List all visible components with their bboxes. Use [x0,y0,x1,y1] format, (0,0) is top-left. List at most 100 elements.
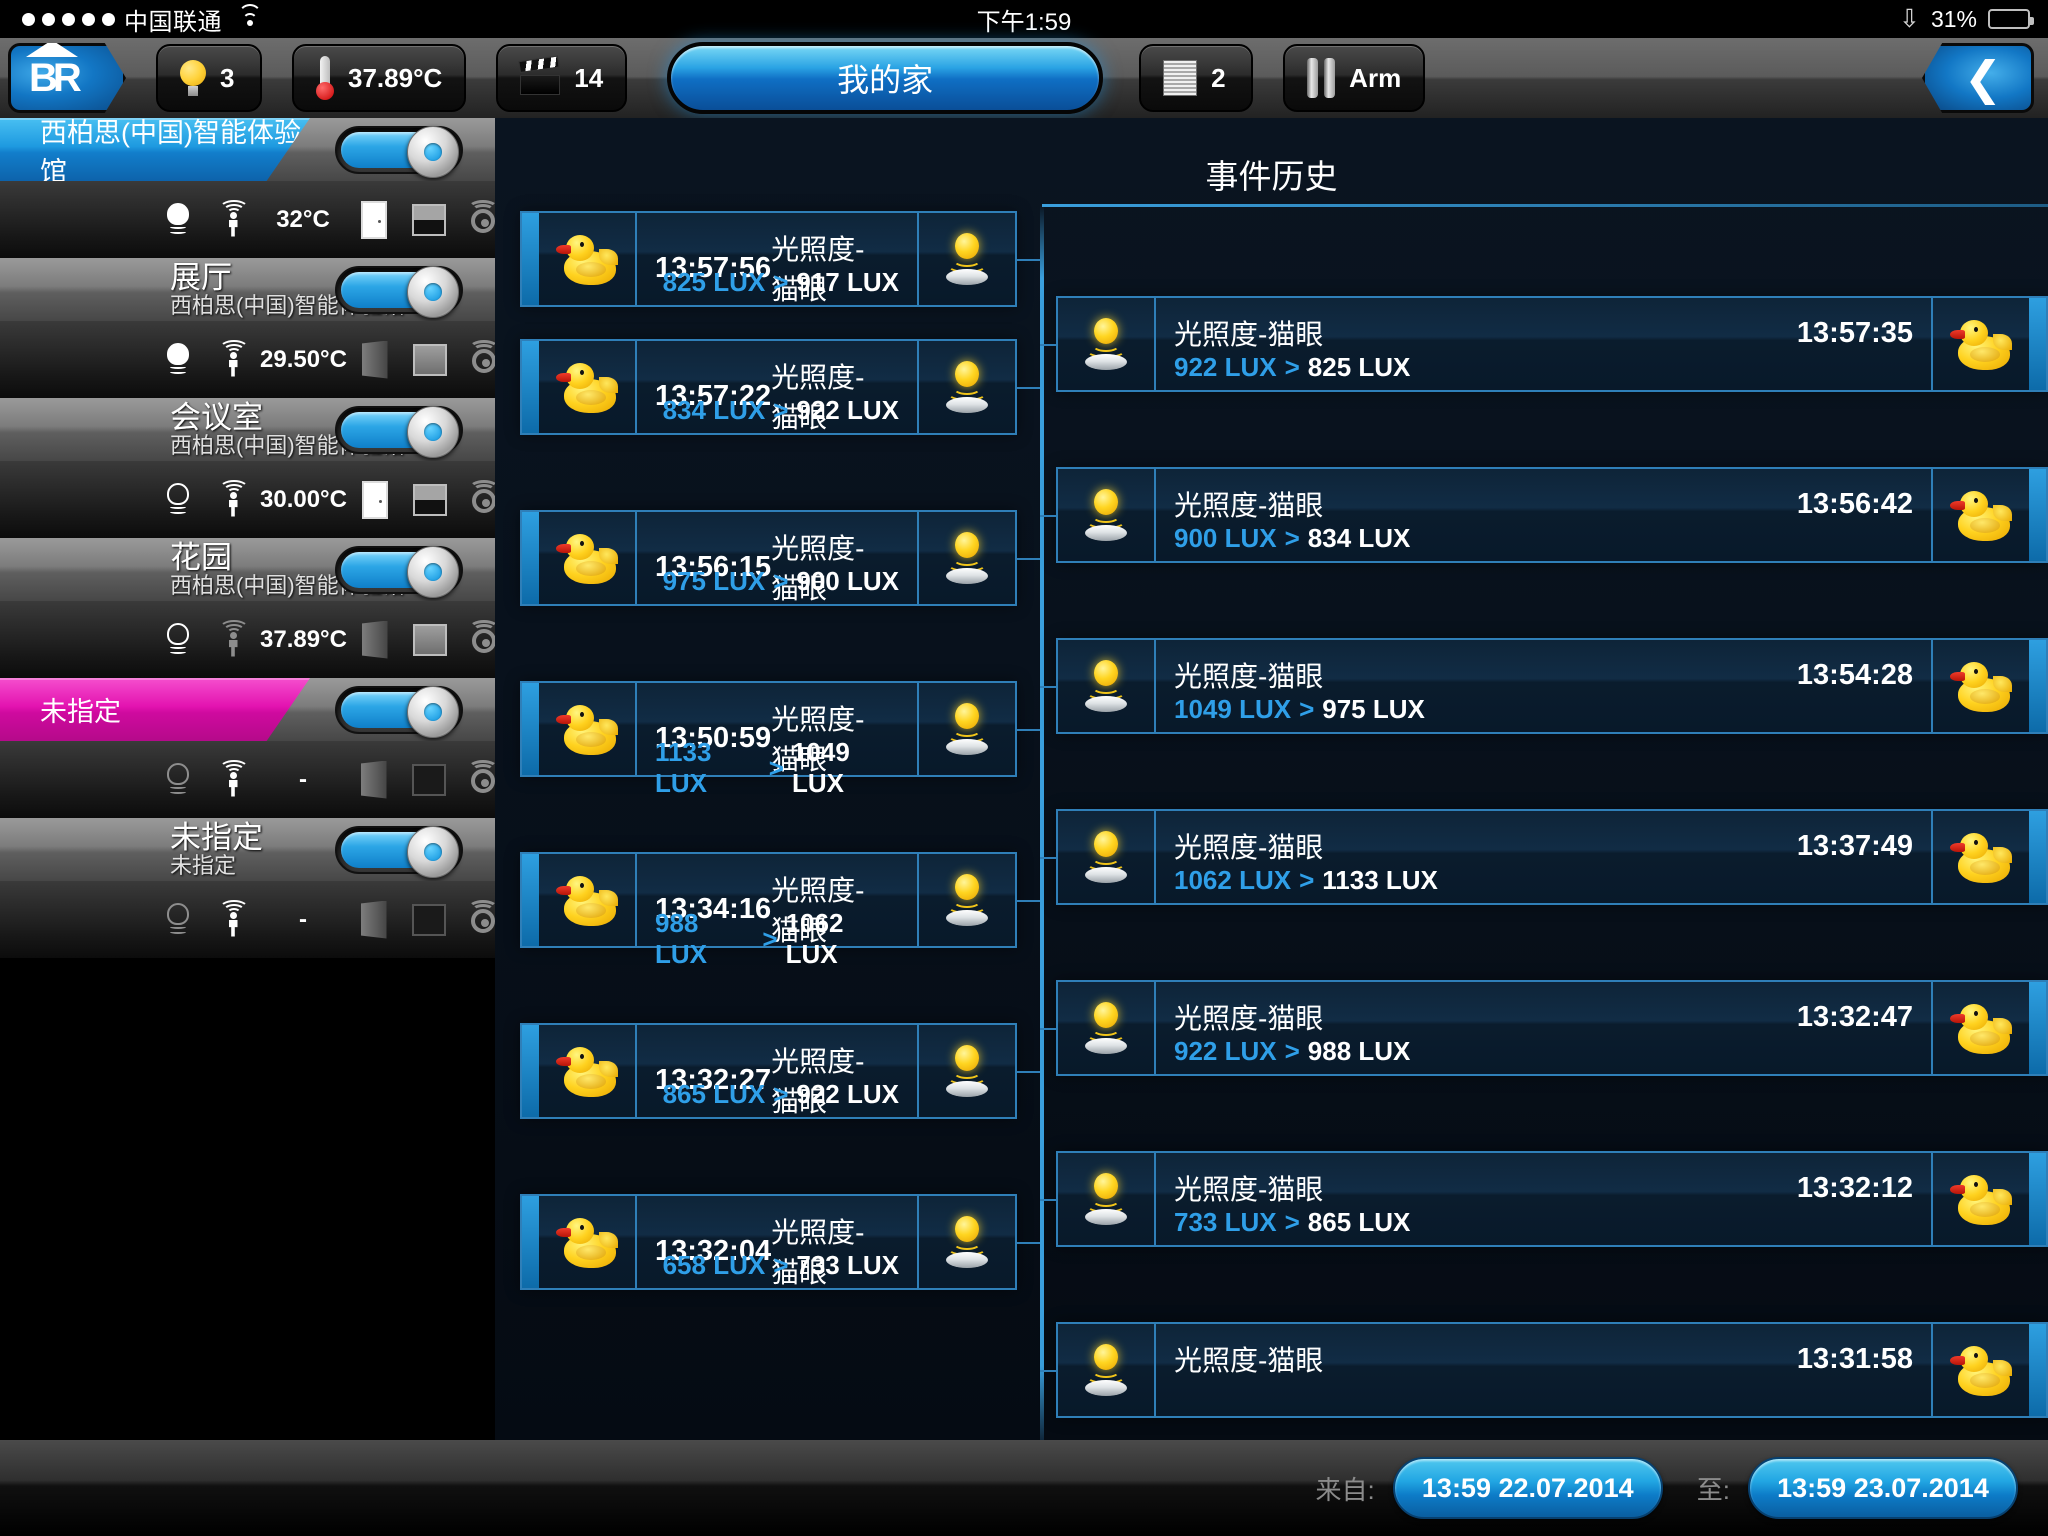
blind-status-icon[interactable] [402,623,457,656]
light-sensor-icon [1058,1153,1156,1245]
event-card[interactable]: 13:32:04 光照度-猫眼 658 LUX > 733 LUX [520,1194,1040,1290]
event-accent-bar [2029,640,2046,732]
event-value-arrow: > [773,267,789,297]
event-accent-bar [2029,1324,2046,1416]
event-card[interactable]: 光照度-猫眼 13:31:58 [1040,1322,2048,1418]
room-list-item[interactable]: 展厅 西柏思(中国)智能体验馆 29.50°C [0,258,495,398]
siren-status-icon[interactable] [456,899,495,937]
siren-status-icon[interactable] [456,759,495,797]
motion-status-icon[interactable] [205,479,260,518]
motion-status-icon[interactable] [205,899,260,938]
event-value-arrow: > [768,752,784,783]
date-from-label: 来自: [1315,1474,1375,1505]
event-value-from: 865 LUX [662,1079,766,1109]
rubber-duck-icon [1931,982,2029,1074]
rooms-sidebar[interactable]: 西柏思(中国)智能体验馆 32°C 展厅 西柏思(中国)智能体验馆 29.50°… [0,118,495,1440]
event-card[interactable]: 13:56:15 光照度-猫眼 975 LUX > 900 LUX [520,510,1040,606]
event-value-arrow: > [762,923,778,954]
event-name: 光照度-猫眼 [1174,832,1324,863]
room-header: 会议室 西柏思(中国)智能体验馆 [0,398,495,461]
event-card[interactable]: 13:34:16 光照度-猫眼 988 LUX > 1062 LUX [520,852,1040,969]
room-list-item[interactable]: 花园 西柏思(中国)智能体验馆 37.89°C [0,538,495,678]
room-power-toggle[interactable] [335,685,463,738]
siren-status-icon[interactable] [456,199,495,237]
event-card[interactable]: 13:57:56 光照度-猫眼 825 LUX > 917 LUX [520,211,1040,307]
light-status-icon[interactable] [150,762,205,797]
room-power-toggle[interactable] [335,265,463,318]
room-list-item[interactable]: 会议室 西柏思(中国)智能体验馆 30.00°C [0,398,495,538]
room-power-toggle[interactable] [335,545,463,598]
event-card[interactable]: 13:50:59 光照度-猫眼 1133 LUX > 1049 LUX [520,681,1040,798]
motion-status-icon[interactable] [205,199,260,238]
event-card[interactable]: 光照度-猫眼 13:37:49 1062 LUX > 1133 LUX [1040,809,2048,905]
date-from-button[interactable]: 13:59 22.07.2014 [1392,1457,1663,1519]
rubber-duck-icon [1931,640,2029,732]
scenes-summary-button[interactable]: 14 [496,44,628,112]
light-status-icon[interactable] [150,482,205,517]
door-status-icon[interactable] [347,480,402,519]
lights-summary-button[interactable]: 3 [156,44,262,112]
security-arm-button[interactable]: Arm [1283,44,1426,112]
event-value-to: 917 LUX [796,267,899,297]
room-name: 未指定 [40,697,121,727]
thermometer-icon [316,56,334,100]
event-history-panel: 事件历史 13:57:56 光照度-猫眼 825 LUX > 917 LUX 1… [495,118,2048,1440]
home-logo-button[interactable]: BR [8,43,126,113]
back-button[interactable]: ❮ [1922,43,2034,113]
blind-status-icon[interactable] [402,483,457,516]
event-value-to: 922 LUX [796,1079,899,1109]
blind-status-icon[interactable] [401,763,456,796]
event-time: 13:37:49 [1796,829,1913,862]
motion-status-icon[interactable] [205,619,260,658]
event-card[interactable]: 光照度-猫眼 13:32:47 922 LUX > 988 LUX [1040,980,2048,1076]
room-power-toggle[interactable] [335,825,463,878]
event-card[interactable]: 13:32:27 光照度-猫眼 865 LUX > 922 LUX [520,1023,1040,1119]
temperature-summary-button[interactable]: 37.89°C [292,44,467,112]
event-card[interactable]: 光照度-猫眼 13:57:35 922 LUX > 825 LUX [1040,296,2048,392]
room-status-row: 37.89°C [0,601,495,678]
blinds-summary-button[interactable]: 2 [1139,44,1254,112]
rubber-duck-icon [1931,1324,2029,1416]
blind-status-icon[interactable] [401,203,456,236]
event-card[interactable]: 光照度-猫眼 13:56:42 900 LUX > 834 LUX [1040,467,2048,563]
light-status-icon[interactable] [150,342,205,377]
event-accent-bar [2029,1153,2046,1245]
date-to-button[interactable]: 13:59 23.07.2014 [1748,1457,2018,1519]
room-power-toggle[interactable] [335,405,463,458]
room-list-item[interactable]: 未指定 - [0,678,495,818]
door-status-icon[interactable] [346,900,401,939]
light-sensor-icon [917,213,1015,305]
room-parent-name: 未指定 [170,853,237,879]
event-time: 13:57:35 [1796,316,1913,349]
room-power-toggle[interactable] [335,125,463,178]
door-status-icon[interactable] [346,200,401,239]
light-status-icon[interactable] [150,902,205,937]
event-accent-bar [2029,982,2046,1074]
room-list-item[interactable]: ABC 未指定 未指定 - [0,818,495,958]
tab-my-home[interactable]: 我的家 [667,42,1104,114]
event-time: 13:54:28 [1796,658,1913,691]
light-status-icon[interactable] [150,202,205,237]
blind-status-icon[interactable] [401,903,456,936]
siren-status-icon[interactable] [457,339,495,377]
event-value-from: 922 LUX [1174,1036,1277,1066]
siren-status-icon[interactable] [457,619,495,657]
door-status-icon[interactable] [346,760,401,799]
door-status-icon[interactable] [347,620,402,659]
event-time: 13:31:58 [1796,1342,1913,1375]
siren-status-icon[interactable] [457,479,495,517]
event-card[interactable]: 13:57:22 光照度-猫眼 834 LUX > 922 LUX [520,339,1040,435]
event-card[interactable]: 光照度-猫眼 13:54:28 1049 LUX > 975 LUX [1040,638,2048,734]
event-value-to: 834 LUX [1307,523,1411,553]
motion-status-icon[interactable] [205,759,260,798]
event-card[interactable]: 光照度-猫眼 13:32:12 733 LUX > 865 LUX [1040,1151,2048,1247]
home-logo-icon: BR [26,43,82,100]
door-status-icon[interactable] [347,340,402,379]
room-list-item[interactable]: 西柏思(中国)智能体验馆 32°C [0,118,495,258]
motion-status-icon[interactable] [205,339,260,378]
blind-status-icon[interactable] [402,343,457,376]
room-header: 未指定 未指定 [0,818,495,881]
light-status-icon[interactable] [150,622,205,657]
room-header: 展厅 西柏思(中国)智能体验馆 [0,258,495,321]
event-value-from: 825 LUX [662,267,766,297]
